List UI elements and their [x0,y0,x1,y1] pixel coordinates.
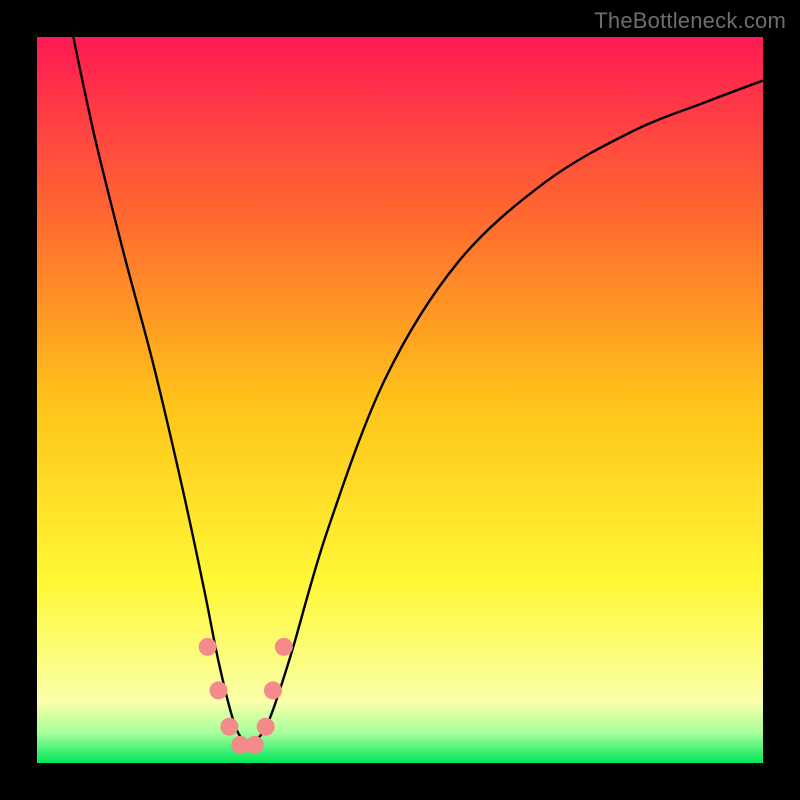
chart-frame: TheBottleneck.com [0,0,800,800]
curve-marker [199,638,217,656]
curve-marker [246,736,264,754]
curve-marker [275,638,293,656]
plot-area [37,37,763,763]
gradient-background [37,37,763,763]
watermark-text: TheBottleneck.com [594,8,786,34]
curve-marker [257,718,275,736]
curve-marker [210,681,228,699]
curve-marker [264,681,282,699]
curve-marker [220,718,238,736]
plot-svg [37,37,763,763]
